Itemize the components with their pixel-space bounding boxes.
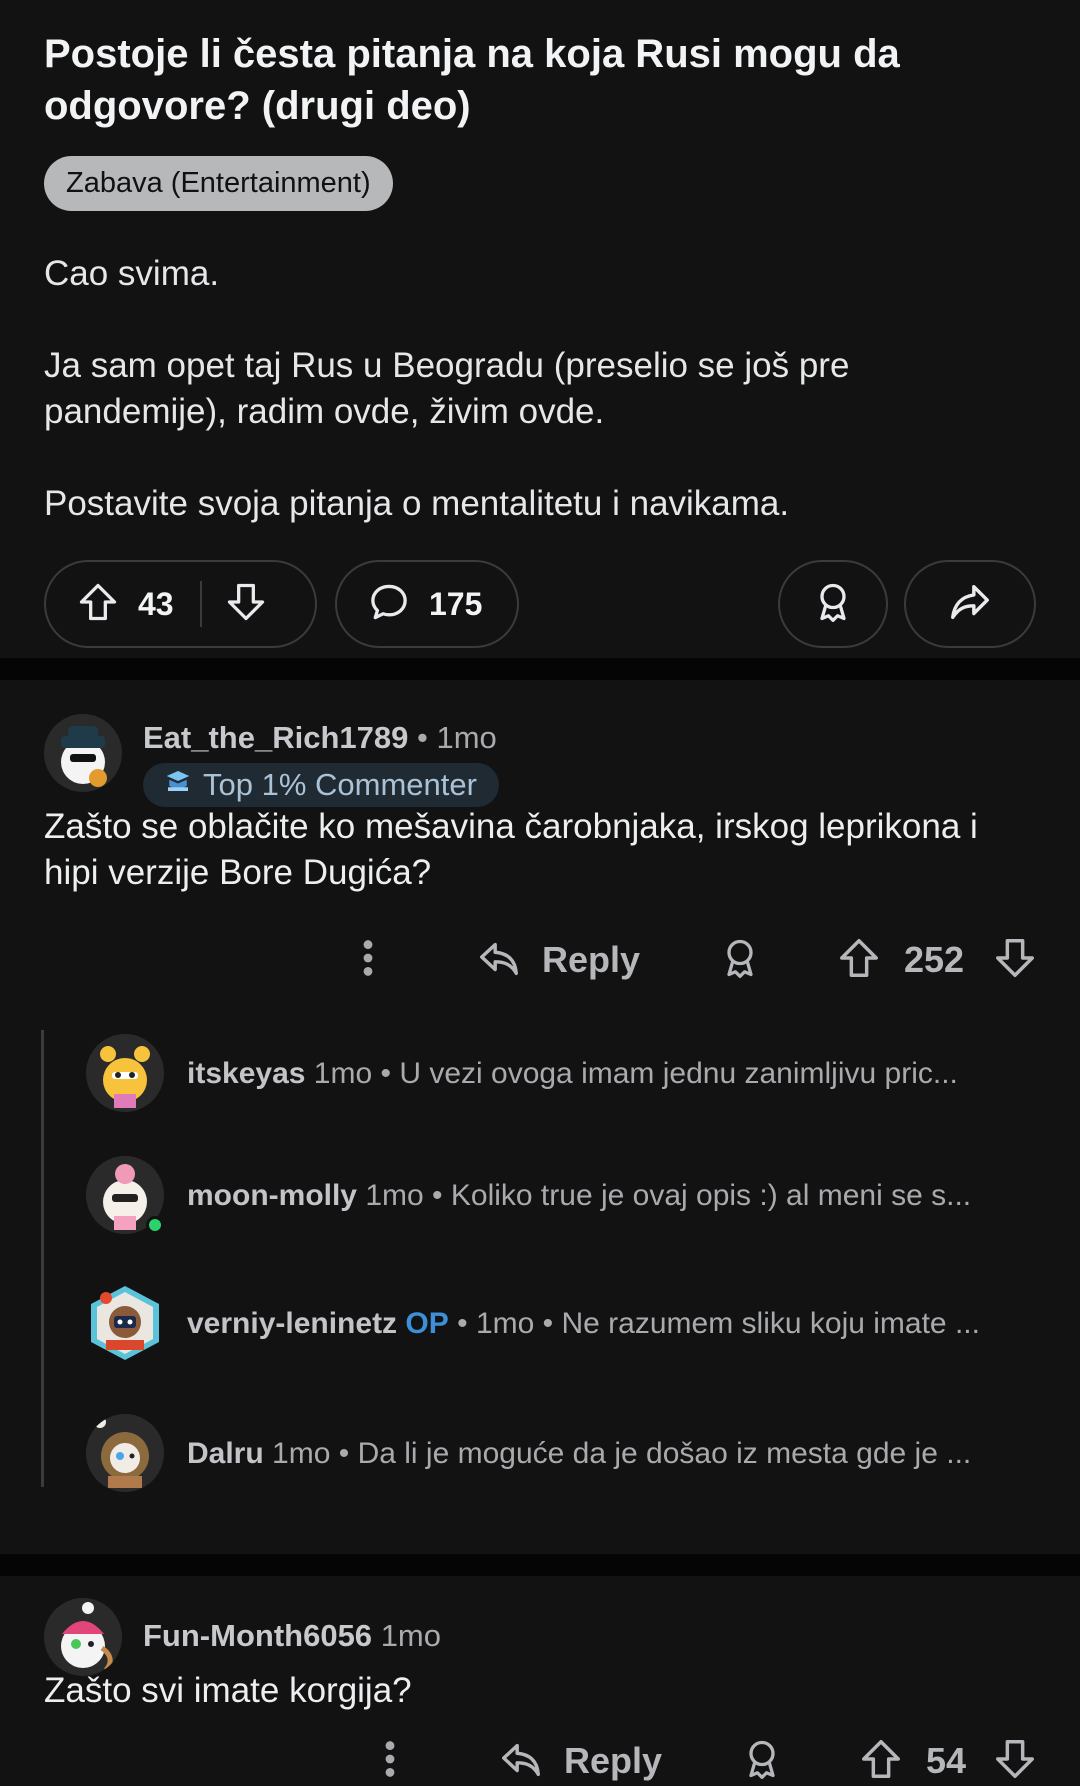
reply-label: Reply (542, 939, 641, 980)
collapsed-reply[interactable]: itskeyas 1mo • U vezi ovoga imam jednu z… (86, 1034, 1060, 1114)
reply-username[interactable]: Dalru (187, 1437, 264, 1470)
reply-icon (476, 935, 522, 986)
reply-time: 1mo (313, 1057, 373, 1090)
reply-username[interactable]: moon-molly (187, 1179, 357, 1212)
op-badge: OP (405, 1307, 449, 1340)
reply-time: • 1mo (457, 1307, 535, 1340)
award-icon[interactable] (740, 1737, 784, 1786)
section-divider (0, 658, 1080, 680)
avatar[interactable] (86, 1414, 164, 1492)
comment-text: Zašto svi imate korgija? (44, 1671, 412, 1710)
reply-time: 1mo (272, 1437, 331, 1470)
reply-snippet: • Ne razumem sliku koju imate ... (542, 1307, 980, 1340)
comment-time: 1mo (380, 1618, 441, 1653)
more-options-icon[interactable] (350, 935, 386, 986)
collapsed-reply[interactable]: verniy-leninetz OP • 1mo • Ne razumem sl… (86, 1284, 1060, 1364)
reply-label: Reply (564, 1740, 663, 1781)
reply-preview: moon-molly 1mo • Koliko true je ovaj opi… (187, 1176, 1037, 1216)
award-icon[interactable] (718, 936, 762, 985)
avatar[interactable] (44, 714, 122, 792)
comment-meta: Eat_the_Rich1789 • 1mo (143, 718, 497, 758)
share-icon (947, 579, 993, 630)
avatar[interactable] (86, 1034, 164, 1112)
comment-username[interactable]: Eat_the_Rich1789 (143, 720, 408, 755)
comment-score: 54 (926, 1740, 967, 1781)
comment: Fun-Month6056 1mo Zašto svi imate korgij… (0, 1576, 1080, 1786)
reply-button[interactable]: Reply (498, 1736, 662, 1786)
comment-meta: Fun-Month6056 1mo (143, 1616, 441, 1656)
post-action-bar: 43 175 (44, 560, 1036, 648)
collapsed-reply[interactable]: Dalru 1mo • Da li je moguće da je došao … (86, 1414, 1060, 1494)
comment: Eat_the_Rich1789 • 1mo Top 1% Commenter … (0, 680, 1080, 1554)
reply-preview: itskeyas 1mo • U vezi ovoga imam jednu z… (187, 1054, 1037, 1094)
reply-icon (498, 1736, 544, 1786)
upvote-icon[interactable] (858, 1736, 904, 1786)
downvote-icon[interactable] (224, 580, 268, 629)
thread-line[interactable] (41, 1030, 44, 1487)
avatar[interactable] (44, 1598, 122, 1676)
section-divider (0, 1554, 1080, 1576)
collapsed-reply[interactable]: moon-molly 1mo • Koliko true je ovaj opi… (86, 1156, 1060, 1236)
upvote-icon[interactable] (836, 935, 882, 986)
comment-username[interactable]: Fun-Month6056 (143, 1618, 372, 1653)
reply-button[interactable]: Reply (476, 935, 640, 986)
comments-button[interactable]: 175 (335, 560, 519, 648)
upvote-icon[interactable] (76, 580, 120, 629)
post-title: Postoje li česta pitanja na koja Rusi mo… (44, 32, 900, 128)
vote-pill: 43 (44, 560, 317, 648)
reply-snippet: • Da li je moguće da je došao iz mesta g… (338, 1437, 972, 1470)
badge-label: Top 1% Commenter (203, 767, 477, 802)
post-body-paragraph: Postavite svoja pitanja o mentalitetu i … (44, 484, 790, 523)
comment-time: • 1mo (417, 720, 497, 755)
reply-time: 1mo (365, 1179, 424, 1212)
comment-actions: Reply 54 (372, 1731, 1044, 1786)
award-button[interactable] (778, 560, 888, 648)
comment-score: 252 (904, 939, 965, 980)
post: Postoje li česta pitanja na koja Rusi mo… (0, 0, 1080, 658)
reply-snippet: • U vezi ovoga imam jednu zanimljivu pri… (380, 1057, 958, 1090)
comment-actions: Reply 252 (350, 930, 1044, 990)
downvote-icon[interactable] (992, 1736, 1038, 1786)
share-button[interactable] (904, 560, 1036, 648)
post-score: 43 (138, 585, 174, 622)
post-body-paragraph: Ja sam opet taj Rus u Beogradu (preselio… (44, 346, 850, 431)
downvote-icon[interactable] (992, 935, 1038, 986)
top-commenter-icon (163, 766, 193, 804)
reply-username[interactable]: itskeyas (187, 1057, 305, 1090)
post-flair[interactable]: Zabava (Entertainment) (44, 156, 393, 211)
comment-bubble-icon (367, 580, 411, 629)
vote-divider (199, 581, 202, 627)
more-options-icon[interactable] (372, 1736, 408, 1786)
online-status-dot (146, 1216, 164, 1234)
reply-preview: Dalru 1mo • Da li je moguće da je došao … (187, 1434, 1037, 1474)
post-body-paragraph: Cao svima. (44, 254, 220, 293)
reply-snippet: • Koliko true je ovaj opis :) al meni se… (432, 1179, 972, 1212)
reply-preview: verniy-leninetz OP • 1mo • Ne razumem sl… (187, 1304, 1037, 1344)
commenter-badge: Top 1% Commenter (143, 763, 499, 807)
comment-count: 175 (429, 585, 483, 622)
avatar[interactable] (86, 1284, 164, 1362)
comment-text: Zašto se oblačite ko mešavina čarobnjaka… (44, 807, 978, 892)
reply-username[interactable]: verniy-leninetz (187, 1307, 397, 1340)
award-icon (811, 580, 855, 629)
